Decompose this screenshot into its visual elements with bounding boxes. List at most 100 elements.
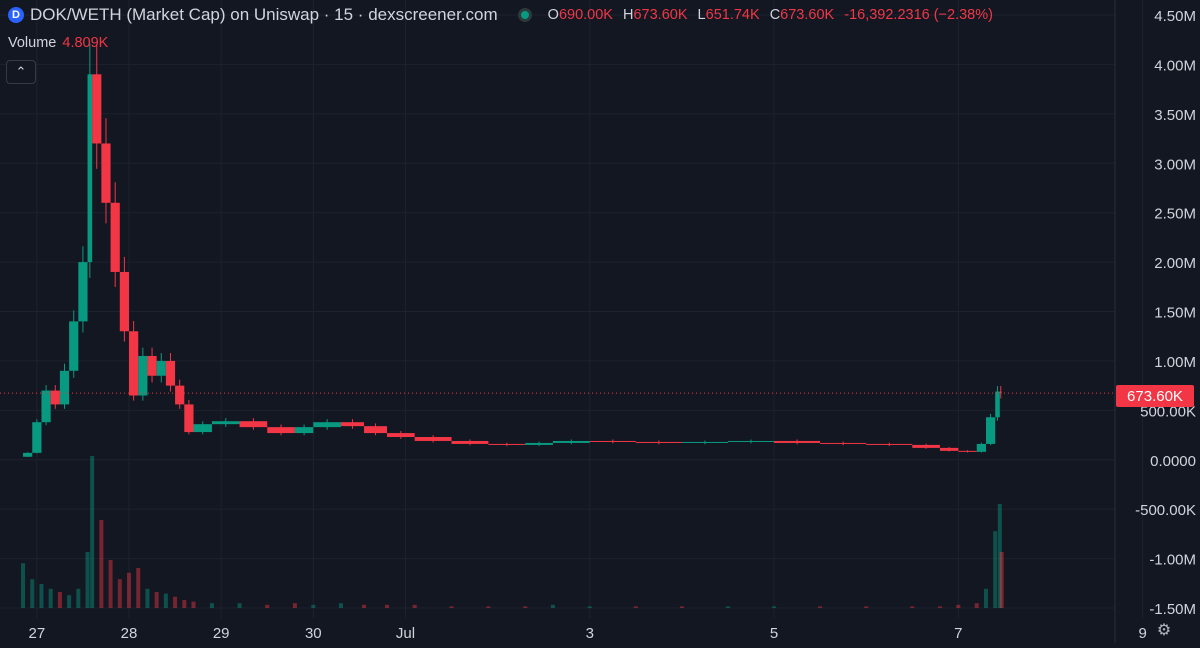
candle-body — [184, 404, 194, 433]
candle-body — [92, 74, 102, 144]
volume-bar — [449, 606, 454, 608]
candle-body — [239, 421, 268, 428]
candle-body — [50, 390, 60, 405]
candle-body — [147, 355, 157, 376]
volume-bar — [191, 601, 196, 608]
volume-bar — [725, 606, 730, 608]
volume-bar — [30, 579, 35, 608]
candle-body — [78, 262, 88, 322]
volume-bar — [550, 604, 555, 608]
candle-body — [387, 433, 415, 438]
ohlc-values: O690.00K H673.60K L651.74K C673.60K -16,… — [548, 7, 999, 23]
candle-body — [110, 202, 120, 272]
volume-bar — [292, 603, 297, 608]
volume-legend: Volume 4.809K — [8, 35, 108, 51]
volume-bar — [587, 606, 592, 608]
volume-bar — [145, 588, 150, 608]
chart-root[interactable]: 4.50M 4.00M 3.50M 3.00M 2.50M 2.00M 1.50M 1.00M… — [0, 0, 1200, 643]
candle-body — [138, 355, 148, 396]
candle-body — [119, 271, 130, 332]
x-tick-label: 27 — [29, 625, 46, 642]
volume-bar — [338, 603, 343, 608]
candle-body — [59, 370, 70, 405]
candle-body — [414, 437, 452, 441]
volume-bar — [39, 584, 44, 608]
candle-body — [211, 421, 240, 425]
y-axis: 4.50M 4.00M 3.50M 3.00M 2.50M 2.00M 1.50M 1.00M… — [1135, 8, 1196, 618]
legend-row: D DOK/WETH (Market Cap) on Uniswap · 15 … — [8, 4, 999, 26]
volume-bar — [956, 604, 961, 608]
y-tick-label: -500.00K — [1135, 502, 1196, 519]
x-tick-label: 28 — [121, 625, 138, 642]
y-tick-label: 1.50M — [1154, 305, 1196, 322]
y-tick-label: 3.50M — [1154, 107, 1196, 124]
candle-body — [985, 417, 996, 444]
volume-bar — [237, 603, 242, 608]
y-tick-label: 3.00M — [1154, 156, 1196, 173]
volume-value: 4.809K — [62, 35, 109, 51]
volume-bar — [163, 593, 168, 608]
volume-bar — [523, 606, 528, 608]
chart-canvas[interactable]: 4.50M 4.00M 3.50M 3.00M 2.50M 2.00M 1.50M 1.00M… — [0, 0, 1200, 643]
candle-body — [552, 440, 590, 443]
volume-bar — [76, 588, 81, 608]
chart-title: DOK/WETH (Market Cap) on Uniswap · 15 · … — [30, 5, 498, 24]
y-tick-label: 2.50M — [1154, 206, 1196, 223]
volume-bar — [910, 606, 915, 608]
collapse-legend-button[interactable]: ⌃ — [6, 60, 36, 84]
candle-body — [87, 74, 93, 263]
volume-bar — [48, 588, 53, 608]
chevron-up-icon: ⌃ — [15, 64, 27, 79]
x-tick-label: 3 — [586, 625, 594, 642]
volume-bar — [209, 603, 214, 608]
candle-body — [488, 443, 526, 445]
volume-bar — [182, 600, 187, 608]
candle-body — [363, 426, 388, 434]
gear-icon[interactable]: ⚙ — [1155, 622, 1173, 640]
candle-body — [313, 422, 341, 428]
candle-body — [156, 360, 166, 376]
close-value: 673.60K — [780, 7, 835, 23]
volume-bar — [361, 604, 366, 608]
x-axis: 27 28 29 30 Jul 3 5 7 9 — [29, 625, 1147, 642]
volume-bar — [173, 596, 178, 608]
candle-body — [727, 440, 775, 442]
volume-bar — [385, 604, 390, 608]
x-tick-label: 7 — [954, 625, 962, 642]
volume-bar — [633, 606, 638, 608]
volume-bar — [117, 579, 122, 608]
volume-layer — [21, 456, 1004, 608]
volume-bar — [974, 603, 979, 608]
x-tick-label: 29 — [213, 625, 230, 642]
volume-bar — [127, 572, 132, 608]
candle-body — [193, 424, 212, 433]
candle-body — [589, 440, 636, 442]
candle-body — [635, 441, 682, 443]
candle-body — [175, 385, 185, 405]
candle-body — [958, 450, 977, 452]
volume-bar — [265, 604, 270, 608]
y-tick-label: -1.50M — [1149, 601, 1196, 618]
x-tick-label: 9 — [1138, 625, 1146, 642]
low-key: L — [697, 7, 706, 23]
volume-bar — [154, 592, 159, 608]
volume-bar — [99, 520, 104, 608]
candle-body — [165, 360, 176, 386]
y-tick-label: 2.00M — [1154, 255, 1196, 272]
volume-label: Volume — [8, 35, 57, 51]
candle-body — [820, 442, 867, 444]
candle-body — [267, 427, 295, 434]
market-status-icon — [517, 8, 532, 22]
change-value: -16,392.2316 (−2.38%) — [844, 7, 993, 23]
candle-body — [23, 452, 33, 457]
low-value: 651.74K — [705, 7, 760, 23]
candle-body — [681, 441, 728, 443]
candle-body — [101, 143, 111, 203]
volume-bar — [993, 531, 998, 608]
candle-body — [340, 422, 364, 427]
volume-bar — [90, 456, 95, 608]
high-value: 673.60K — [633, 7, 688, 23]
volume-bar — [864, 606, 869, 608]
close-key: C — [769, 7, 781, 23]
grid-layer — [0, 0, 1144, 643]
